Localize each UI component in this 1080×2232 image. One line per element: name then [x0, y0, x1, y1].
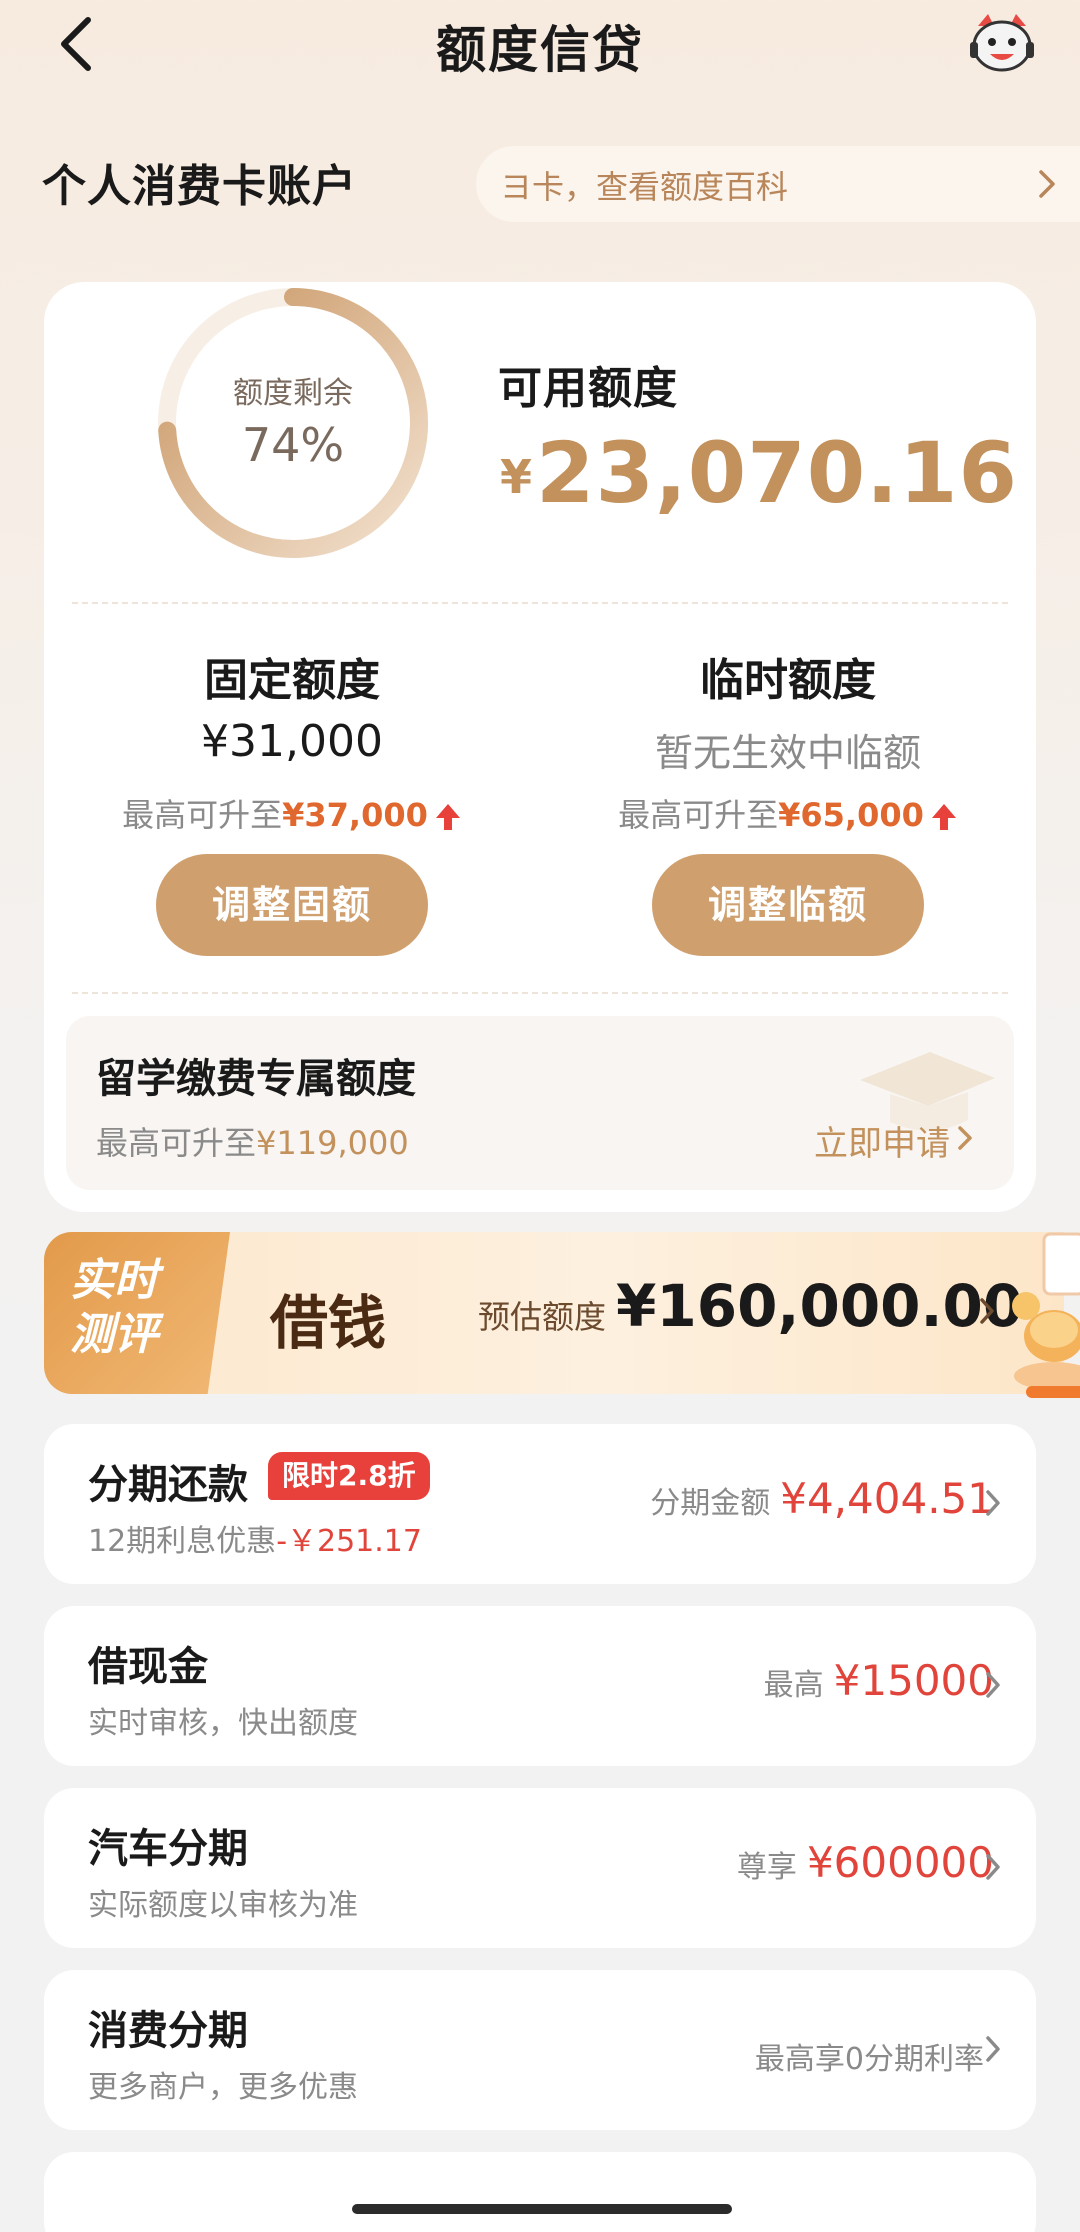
chevron-right-icon	[986, 1490, 1000, 1516]
list-item-title: 消费分期	[88, 2008, 248, 2054]
divider	[72, 602, 1008, 604]
available-credit-amount: 23,070.16	[536, 424, 1018, 522]
ring-value: 74%	[241, 418, 345, 472]
list-item-subtitle: 实时审核，快出额度	[88, 1706, 358, 1741]
list-item-amount: 分期金额 ¥4,404.51	[650, 1474, 994, 1523]
adjust-fixed-button[interactable]: 调整固额	[156, 854, 428, 956]
apply-now-link[interactable]: 立即申请	[814, 1116, 950, 1165]
available-credit-label: 可用额度	[498, 363, 678, 414]
account-title: 个人消费卡账户	[42, 161, 357, 212]
adjust-temp-button[interactable]: 调整临额	[652, 854, 924, 956]
currency-symbol: ¥	[500, 450, 533, 504]
notice-text[interactable]: ヨ卡，查看额度百科	[500, 162, 788, 208]
study-credit-max: 最高可升至¥119,000	[96, 1124, 409, 1162]
chevron-right-icon	[958, 1126, 972, 1150]
borrow-title: 借钱	[270, 1289, 387, 1357]
list-item-amount: 尊享 ¥600000	[736, 1838, 994, 1887]
chevron-right-icon	[986, 1672, 1000, 1698]
realtime-eval-text: 实时 测评	[70, 1255, 158, 1360]
temp-credit-title: 临时额度	[700, 655, 876, 706]
divider	[72, 992, 1008, 994]
promo-badge: 限时2.8折	[268, 1452, 430, 1500]
coins-illustration-icon	[1012, 1232, 1080, 1398]
study-credit-title: 留学缴费专属额度	[96, 1056, 416, 1102]
list-item-amount: 最高 ¥15000	[763, 1656, 994, 1705]
assistant-mascot-icon[interactable]	[968, 12, 1036, 76]
list-item-title: 借现金	[88, 1644, 208, 1690]
estimated-credit-label: 预估额度	[478, 1298, 607, 1336]
temp-credit-max: 最高可升至¥65,000	[548, 790, 1028, 836]
up-arrow-icon	[435, 804, 460, 830]
list-item-title: 分期还款	[88, 1462, 248, 1508]
fixed-credit-value: ¥31,000	[201, 716, 383, 767]
fixed-credit-title: 固定额度	[204, 655, 380, 706]
fixed-credit-max: 最高可升至¥37,000	[52, 790, 532, 836]
page-title: 额度信贷	[436, 21, 644, 79]
temp-credit-value: 暂无生效中临额	[654, 731, 921, 775]
up-arrow-icon	[931, 804, 956, 830]
chevron-right-icon	[1039, 170, 1055, 198]
estimated-credit-value: ¥160,000.00	[616, 1272, 1024, 1340]
list-item-subtitle: 实际额度以审核为准	[88, 1888, 358, 1923]
chevron-right-icon	[986, 2036, 1000, 2062]
next-list-item[interactable]	[44, 2152, 1036, 2232]
list-item-amount: 最高享0分期利率	[754, 2042, 984, 2077]
list-item-subtitle: 更多商户，更多优惠	[88, 2070, 358, 2105]
chevron-right-icon	[980, 1298, 994, 1324]
list-item-subtitle: 12期利息优惠-￥251.17	[88, 1524, 422, 1559]
list-item-title: 汽车分期	[88, 1826, 248, 1872]
ring-label: 额度剩余	[233, 376, 353, 411]
home-indicator[interactable]	[352, 2204, 732, 2214]
chevron-right-icon	[986, 1854, 1000, 1880]
